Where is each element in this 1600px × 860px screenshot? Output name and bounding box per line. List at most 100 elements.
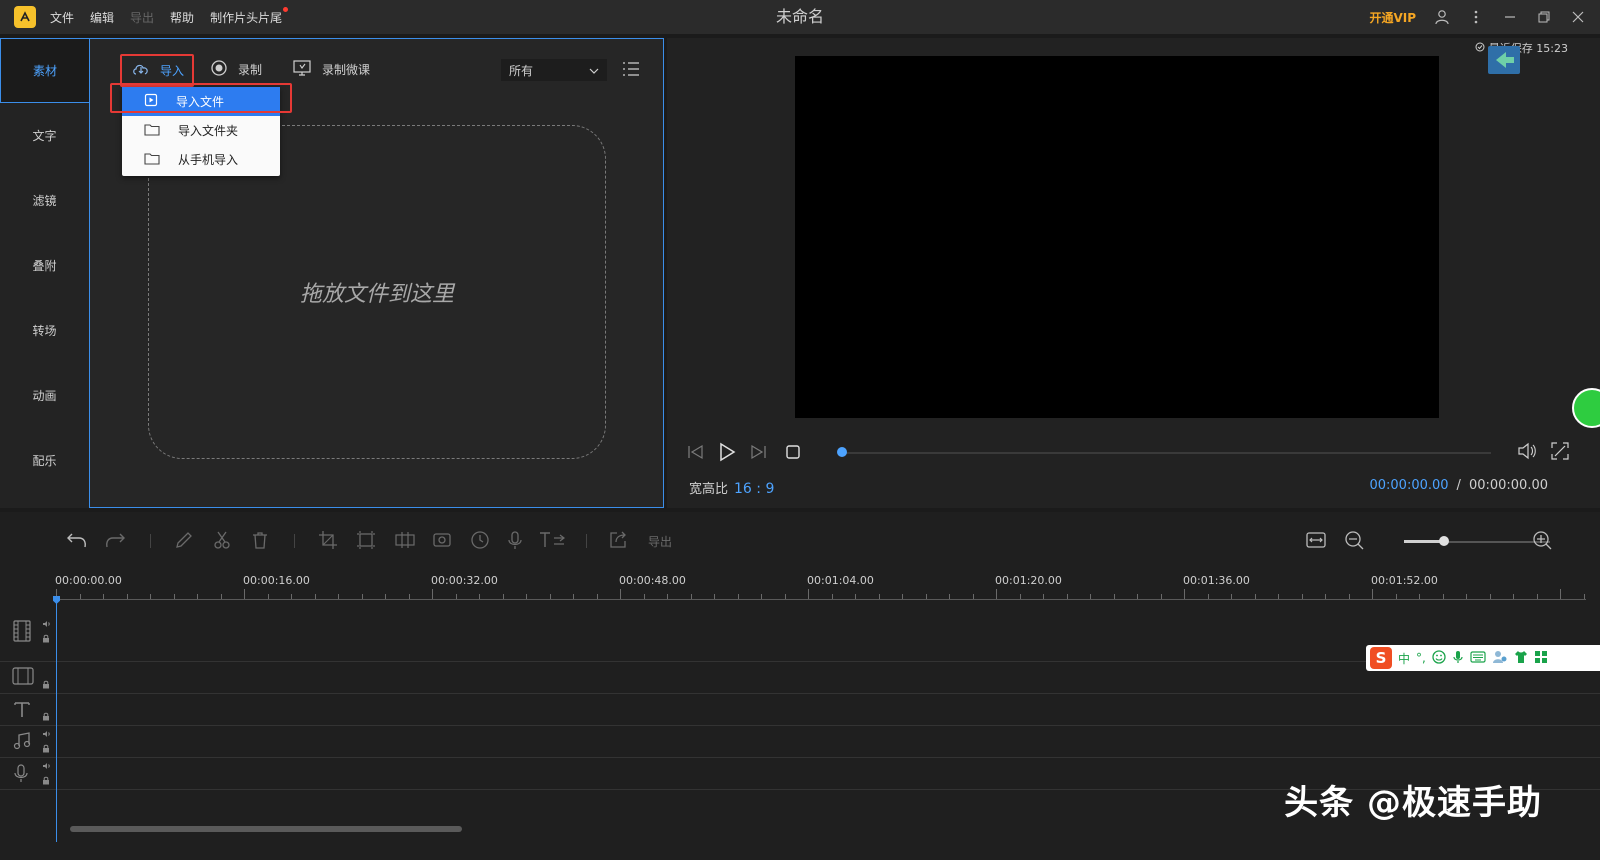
user-settings-icon[interactable] — [1492, 650, 1508, 667]
redo-icon[interactable] — [104, 530, 126, 554]
zoom-out-icon[interactable] — [1344, 530, 1364, 554]
fit-width-icon[interactable] — [1306, 530, 1326, 554]
text-to-speech-icon[interactable] — [538, 530, 568, 554]
total-time: 00:00:00.00 — [1468, 478, 1548, 493]
fullscreen-icon[interactable] — [1551, 442, 1569, 464]
sidebar-item-music[interactable]: 配乐 — [0, 428, 89, 493]
playback-progress-track[interactable] — [841, 452, 1491, 454]
menu-help[interactable]: 帮助 — [170, 9, 194, 26]
text-track[interactable] — [0, 694, 1600, 726]
lock-icon[interactable] — [42, 776, 50, 787]
menu-item-import-folder[interactable]: 导入文件夹 — [122, 116, 280, 145]
stop-icon[interactable] — [785, 444, 801, 464]
ruler-tick — [1160, 594, 1162, 599]
volume-icon[interactable] — [1517, 442, 1537, 464]
sidebar-item-overlay[interactable]: 叠附 — [0, 233, 89, 298]
delete-icon[interactable] — [250, 530, 270, 554]
menu-make-intro[interactable]: 制作片头片尾 — [210, 6, 289, 26]
lock-icon[interactable] — [42, 680, 50, 691]
menu-bar: 文件 编辑 导出 帮助 制作片头片尾 — [50, 6, 289, 26]
timeline-ruler[interactable]: 00:00:00.00 00:00:16.00 00:00:32.00 00:0… — [55, 570, 1586, 602]
smiley-icon[interactable] — [1432, 649, 1446, 667]
app-logo-icon — [14, 6, 36, 28]
ruler-tick — [150, 594, 151, 599]
menu-file[interactable]: 文件 — [50, 9, 74, 26]
edit-icon[interactable] — [174, 530, 194, 554]
vip-button[interactable]: 开通VIP — [1369, 9, 1416, 26]
menu-edit[interactable]: 编辑 — [90, 9, 114, 26]
title-bar: 文件 编辑 导出 帮助 制作片头片尾 未命名 开通VIP — [0, 0, 1600, 34]
ruler-tick — [1395, 594, 1397, 599]
video-preview-screen[interactable] — [795, 56, 1439, 418]
category-sidebar: 素材 文字 滤镜 叠附 转场 动画 配乐 — [0, 38, 89, 508]
ime-punctuation[interactable]: °, — [1416, 651, 1426, 665]
playhead[interactable] — [56, 602, 57, 842]
export-icon[interactable] — [608, 530, 628, 554]
close-icon[interactable] — [1570, 9, 1586, 25]
sidebar-item-transition[interactable]: 转场 — [0, 298, 89, 363]
ruler-tick — [432, 589, 433, 599]
ruler-tick — [197, 594, 198, 599]
ruler-tick — [220, 594, 222, 599]
next-frame-icon[interactable] — [749, 444, 767, 464]
speaker-icon[interactable] — [42, 620, 51, 630]
menu-item-import-phone[interactable]: 从手机导入 — [122, 145, 280, 174]
speed-icon[interactable] — [470, 530, 490, 554]
cut-icon[interactable] — [212, 530, 232, 554]
toolbox-icon[interactable] — [1534, 650, 1548, 667]
ruler-tick — [714, 594, 715, 599]
undo-icon[interactable] — [66, 530, 88, 554]
ruler-tick — [103, 594, 104, 599]
floating-assistant-icon[interactable] — [1572, 388, 1600, 428]
zoom-in-icon[interactable] — [1532, 530, 1552, 554]
keyboard-icon[interactable] — [1470, 650, 1486, 666]
playback-progress-handle[interactable] — [837, 447, 847, 457]
export-label[interactable]: 导出 — [648, 533, 672, 550]
aspect-ratio[interactable]: 宽高比 16 : 9 — [689, 478, 774, 497]
aspect-ratio-value: 16 : 9 — [734, 481, 775, 497]
play-icon[interactable] — [717, 442, 737, 466]
sidebar-item-text[interactable]: 文字 — [0, 103, 89, 168]
voice-input-icon[interactable] — [1452, 650, 1464, 667]
crop-icon[interactable] — [318, 530, 338, 554]
more-icon[interactable] — [1468, 9, 1484, 25]
record-button[interactable]: 录制 — [210, 59, 262, 80]
screen-record-icon — [292, 59, 312, 80]
overlay-track[interactable] — [0, 662, 1600, 694]
user-icon[interactable] — [1434, 9, 1450, 25]
minimize-icon[interactable] — [1502, 9, 1518, 25]
freeze-frame-icon[interactable] — [432, 530, 452, 554]
record-class-button[interactable]: 录制微课 — [292, 59, 370, 80]
menu-item-label: 导入文件夹 — [178, 124, 239, 138]
lock-icon[interactable] — [42, 634, 50, 645]
film-strip-icon — [12, 666, 34, 690]
zoom-slider-handle[interactable] — [1439, 536, 1449, 546]
resize-icon[interactable] — [356, 530, 376, 554]
menu-export[interactable]: 导出 — [130, 9, 154, 26]
horizontal-scrollbar[interactable] — [70, 826, 462, 832]
music-track[interactable] — [0, 726, 1600, 758]
menu-item-import-file[interactable]: 导入文件 — [122, 87, 280, 116]
sidebar-item-animation[interactable]: 动画 — [0, 363, 89, 428]
ime-logo-icon[interactable]: S — [1370, 647, 1392, 669]
list-view-icon[interactable] — [622, 61, 640, 81]
ruler-label: 00:00:16.00 — [243, 574, 310, 587]
lock-icon[interactable] — [42, 712, 50, 723]
floating-window-icon[interactable] — [1488, 46, 1520, 74]
sidebar-item-filter[interactable]: 滤镜 — [0, 168, 89, 233]
skin-icon[interactable] — [1514, 650, 1528, 667]
video-track[interactable] — [0, 602, 1600, 662]
speaker-icon[interactable] — [42, 762, 51, 772]
sidebar-item-material[interactable]: 素材 — [0, 38, 89, 103]
ruler-tick — [1560, 589, 1561, 599]
restore-icon[interactable] — [1536, 9, 1552, 25]
previous-frame-icon[interactable] — [687, 444, 705, 464]
microphone-icon[interactable] — [506, 530, 524, 554]
speaker-icon[interactable] — [42, 730, 51, 740]
menu-item-label: 导入文件 — [176, 95, 225, 109]
ime-language[interactable]: 中 — [1398, 650, 1410, 667]
filter-select[interactable]: 所有 — [501, 59, 607, 81]
lock-icon[interactable] — [42, 744, 50, 755]
mosaic-icon[interactable] — [394, 530, 416, 554]
import-button[interactable]: 导入 — [120, 54, 195, 87]
